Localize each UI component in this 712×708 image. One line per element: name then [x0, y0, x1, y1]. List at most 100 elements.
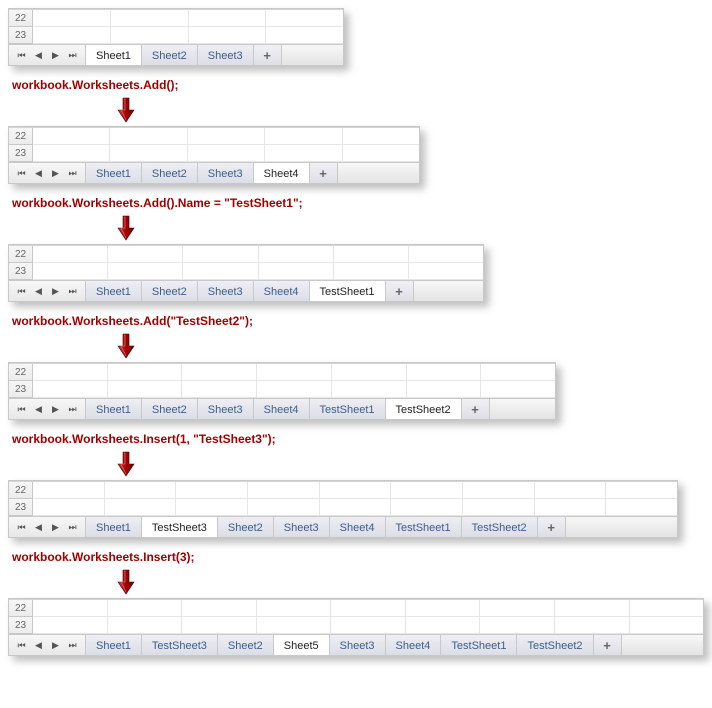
grid-cell[interactable]	[176, 499, 248, 516]
grid-cell[interactable]	[265, 145, 342, 162]
grid-cell[interactable]	[33, 364, 108, 381]
row-header[interactable]: 22	[9, 10, 33, 27]
sheet-tab[interactable]: Sheet3	[198, 45, 254, 65]
grid-cell[interactable]	[33, 381, 108, 398]
sheet-tab[interactable]: Sheet1	[86, 45, 142, 65]
grid-cell[interactable]	[105, 499, 177, 516]
grid-cell[interactable]	[105, 482, 177, 499]
grid-cell[interactable]	[183, 246, 258, 263]
grid-cell[interactable]	[108, 600, 183, 617]
add-sheet-button[interactable]: +	[462, 399, 490, 419]
grid-cell[interactable]	[407, 364, 482, 381]
sheet-tab[interactable]: Sheet4	[330, 517, 386, 537]
grid-cell[interactable]	[33, 263, 108, 280]
grid-cell[interactable]	[265, 128, 342, 145]
grid-cell[interactable]	[182, 600, 257, 617]
nav-first-icon[interactable]: ⏮	[13, 282, 30, 301]
sheet-tab[interactable]: Sheet1	[86, 635, 142, 655]
sheet-tab[interactable]: TestSheet1	[441, 635, 517, 655]
grid-cell[interactable]	[555, 600, 630, 617]
grid-cell[interactable]	[182, 617, 257, 634]
grid-cell[interactable]	[108, 364, 183, 381]
sheet-tab[interactable]: Sheet4	[254, 399, 310, 419]
grid-cell[interactable]	[33, 482, 105, 499]
row-header[interactable]: 22	[9, 364, 33, 381]
grid-cell[interactable]	[182, 381, 257, 398]
grid-cell[interactable]	[481, 381, 555, 398]
grid-cell[interactable]	[480, 600, 555, 617]
grid-cell[interactable]	[535, 482, 607, 499]
nav-prev-icon[interactable]: ◀	[30, 282, 47, 301]
grid-cell[interactable]	[188, 128, 265, 145]
sheet-tab[interactable]: Sheet2	[218, 635, 274, 655]
row-header[interactable]: 23	[9, 499, 33, 516]
grid-cell[interactable]	[259, 246, 334, 263]
grid-cell[interactable]	[248, 499, 320, 516]
row-header[interactable]: 23	[9, 263, 33, 280]
grid-cell[interactable]	[110, 145, 187, 162]
grid-cell[interactable]	[110, 128, 187, 145]
sheet-tab[interactable]: Sheet1	[86, 281, 142, 301]
row-header[interactable]: 22	[9, 246, 33, 263]
grid-cell[interactable]	[257, 600, 332, 617]
grid-cell[interactable]	[332, 364, 407, 381]
sheet-tab[interactable]: Sheet2	[142, 163, 198, 183]
grid-cell[interactable]	[33, 600, 108, 617]
row-header[interactable]: 23	[9, 145, 33, 162]
sheet-tab[interactable]: Sheet2	[142, 399, 198, 419]
sheet-tab[interactable]: Sheet4	[254, 163, 310, 183]
grid-cell[interactable]	[334, 263, 409, 280]
sheet-tab[interactable]: Sheet3	[330, 635, 386, 655]
nav-prev-icon[interactable]: ◀	[30, 400, 47, 419]
grid-cell[interactable]	[183, 263, 258, 280]
grid-cell[interactable]	[407, 381, 482, 398]
sheet-tab[interactable]: Sheet3	[198, 399, 254, 419]
sheet-tab[interactable]: Sheet4	[386, 635, 442, 655]
nav-last-icon[interactable]: ⏭	[64, 164, 81, 183]
sheet-tab[interactable]: Sheet1	[86, 399, 142, 419]
grid-cell[interactable]	[555, 617, 630, 634]
sheet-tab[interactable]: TestSheet1	[310, 399, 386, 419]
grid-cell[interactable]	[481, 364, 555, 381]
grid-cell[interactable]	[189, 27, 267, 44]
grid-cell[interactable]	[630, 600, 704, 617]
row-header[interactable]: 22	[9, 482, 33, 499]
add-sheet-button[interactable]: +	[254, 45, 282, 65]
grid-cell[interactable]	[463, 499, 535, 516]
sheet-tab[interactable]: Sheet4	[254, 281, 310, 301]
sheet-tab[interactable]: TestSheet1	[386, 517, 462, 537]
grid-cell[interactable]	[535, 499, 607, 516]
add-sheet-button[interactable]: +	[310, 163, 338, 183]
nav-first-icon[interactable]: ⏮	[13, 636, 30, 655]
grid-cell[interactable]	[606, 482, 677, 499]
nav-next-icon[interactable]: ▶	[47, 164, 64, 183]
grid-cell[interactable]	[182, 364, 257, 381]
grid-cell[interactable]	[33, 128, 110, 145]
grid-cell[interactable]	[33, 145, 110, 162]
grid-cell[interactable]	[406, 617, 481, 634]
sheet-tab[interactable]: TestSheet2	[386, 399, 462, 419]
nav-next-icon[interactable]: ▶	[47, 636, 64, 655]
grid-cell[interactable]	[343, 128, 419, 145]
nav-prev-icon[interactable]: ◀	[30, 518, 47, 537]
grid-cell[interactable]	[257, 617, 332, 634]
sheet-tab[interactable]: Sheet5	[274, 635, 330, 655]
nav-first-icon[interactable]: ⏮	[13, 46, 30, 65]
grid-cell[interactable]	[391, 499, 463, 516]
sheet-tab[interactable]: Sheet1	[86, 163, 142, 183]
grid-cell[interactable]	[257, 364, 332, 381]
nav-first-icon[interactable]: ⏮	[13, 518, 30, 537]
grid-cell[interactable]	[176, 482, 248, 499]
nav-prev-icon[interactable]: ◀	[30, 636, 47, 655]
grid-cell[interactable]	[259, 263, 334, 280]
grid-cell[interactable]	[606, 499, 677, 516]
sheet-tab[interactable]: TestSheet3	[142, 517, 218, 537]
sheet-tab[interactable]: Sheet3	[274, 517, 330, 537]
row-header[interactable]: 23	[9, 617, 33, 634]
grid-cell[interactable]	[257, 381, 332, 398]
row-header[interactable]: 23	[9, 27, 33, 44]
nav-next-icon[interactable]: ▶	[47, 282, 64, 301]
nav-last-icon[interactable]: ⏭	[64, 282, 81, 301]
add-sheet-button[interactable]: +	[386, 281, 414, 301]
grid-cell[interactable]	[406, 600, 481, 617]
